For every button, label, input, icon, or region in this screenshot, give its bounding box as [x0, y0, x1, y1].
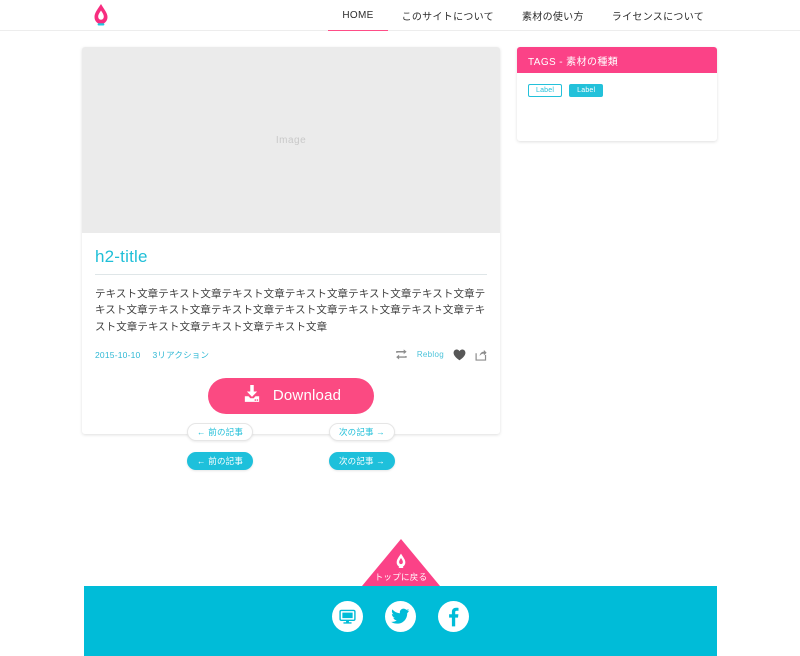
flame-droplet-logo-icon: [393, 553, 409, 569]
next-post-button-solid[interactable]: 次の記事 →: [328, 452, 395, 470]
article-meta-actions: Reblog: [395, 349, 487, 361]
reblog-icon[interactable]: [395, 349, 408, 360]
reblog-label[interactable]: Reblog: [417, 350, 444, 359]
flame-droplet-logo-icon[interactable]: [88, 2, 114, 28]
twitter-icon[interactable]: [385, 601, 416, 632]
heart-icon[interactable]: [453, 349, 466, 361]
social-links: [84, 601, 717, 632]
pagination: ← 前の記事 次の記事 → ← 前の記事 次の記事 →: [82, 423, 500, 481]
share-icon[interactable]: [475, 349, 487, 361]
next-post-button-outline[interactable]: 次の記事 →: [328, 423, 395, 441]
article-meta: 2015-10-10 3リアクション Reblog: [95, 349, 487, 361]
tags-widget-title: TAGS - 素材の種類: [517, 47, 717, 73]
tag-label-1[interactable]: Label: [528, 84, 563, 97]
article-title[interactable]: h2-title: [95, 247, 487, 275]
nav-item-license[interactable]: ライセンスについて: [598, 0, 718, 31]
page-body: Image h2-title テキスト文章テキスト文章テキスト文章テキスト文章テ…: [0, 31, 800, 656]
facebook-icon[interactable]: [438, 601, 469, 632]
tag-label-2[interactable]: Label: [569, 84, 604, 97]
back-to-top-button[interactable]: トップに戻る: [362, 539, 440, 586]
tags-widget-body: Label Label: [517, 73, 717, 141]
nav-item-about[interactable]: このサイトについて: [388, 0, 508, 31]
prev-post-button-outline[interactable]: ← 前の記事: [187, 423, 254, 441]
article-body: h2-title テキスト文章テキスト文章テキスト文章テキスト文章テキスト文章テ…: [82, 233, 500, 434]
article-image-placeholder: Image: [82, 47, 500, 233]
download-button[interactable]: Download: [208, 377, 374, 414]
monitor-icon[interactable]: [332, 601, 363, 632]
article-card: Image h2-title テキスト文章テキスト文章テキスト文章テキスト文章テ…: [82, 47, 500, 434]
prev-post-button-solid[interactable]: ← 前の記事: [187, 452, 254, 470]
article-meta-left: 2015-10-10 3リアクション: [95, 349, 209, 361]
nav-item-home[interactable]: HOME: [328, 0, 388, 32]
pagination-row-outline: ← 前の記事 次の記事 →: [82, 423, 500, 441]
tags-widget: TAGS - 素材の種類 Label Label: [517, 47, 717, 141]
sidebar: TAGS - 素材の種類 Label Label: [517, 47, 717, 141]
back-to-top-label: トップに戻る: [374, 572, 428, 582]
article-notes-count[interactable]: 3リアクション: [152, 349, 209, 361]
site-footer: © Copyright FREE VECTOR all right reserv…: [84, 586, 717, 656]
site-header: HOME このサイトについて 素材の使い方 ライセンスについて: [0, 0, 800, 32]
download-button-label: Download: [272, 387, 342, 405]
download-area: Download: [95, 377, 487, 414]
article-text: テキスト文章テキスト文章テキスト文章テキスト文章テキスト文章テキスト文章テキスト…: [95, 288, 486, 333]
nav-item-usage[interactable]: 素材の使い方: [508, 0, 598, 31]
main-navigation: HOME このサイトについて 素材の使い方 ライセンスについて: [328, 0, 718, 32]
image-placeholder-label: Image: [275, 134, 307, 146]
pagination-row-solid: ← 前の記事 次の記事 →: [82, 452, 500, 470]
article-date: 2015-10-10: [95, 349, 141, 360]
download-icon: [241, 383, 263, 409]
